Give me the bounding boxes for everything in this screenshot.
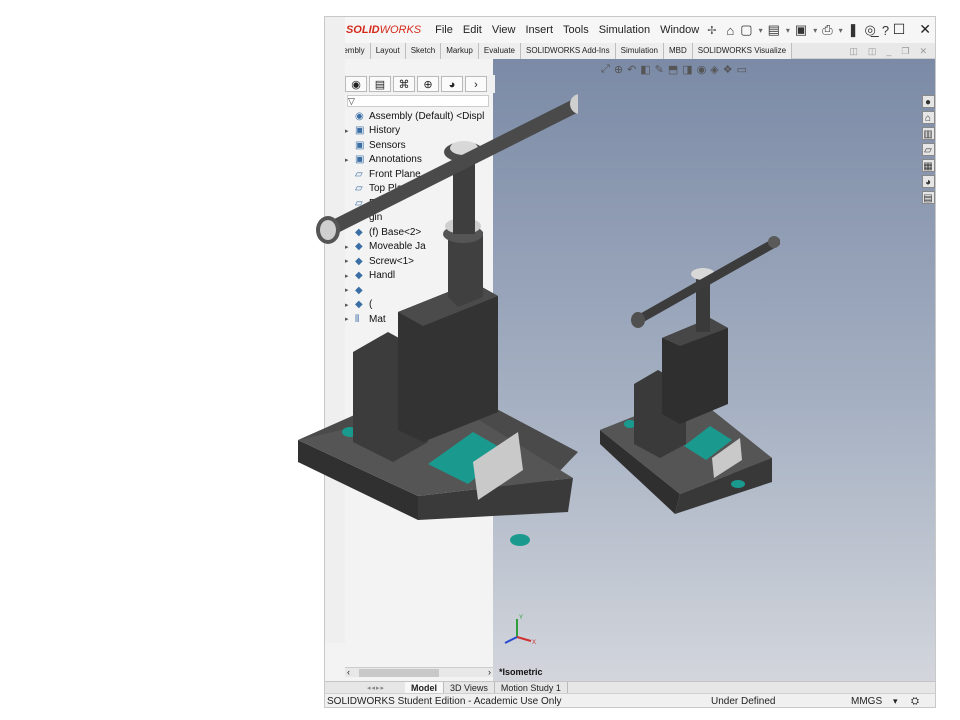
more-tabs-chevron-icon[interactable]: › — [465, 76, 487, 92]
menu-window[interactable]: Window — [660, 24, 699, 36]
display-style-icon[interactable]: ◨ — [682, 63, 692, 76]
minimize-icon[interactable]: _ — [871, 21, 879, 38]
view-settings-icon[interactable]: ▭ — [737, 63, 747, 76]
menu-tools[interactable]: Tools — [563, 24, 589, 36]
status-bar: SOLIDWORKS Student Edition - Academic Us… — [325, 693, 935, 707]
custom-properties-icon[interactable]: ▤ — [921, 191, 935, 204]
scroll-thumb[interactable] — [359, 669, 439, 677]
chevron-down-icon[interactable]: ▾ — [786, 26, 790, 35]
definition-status: Under Defined — [711, 696, 776, 707]
previous-view-icon[interactable]: ↶ — [627, 63, 636, 76]
tab-sketch[interactable]: Sketch — [405, 42, 442, 59]
menu-bar: File Edit View Insert Tools Simulation W… — [435, 24, 709, 36]
command-manager-tabs: Assembly Layout Sketch Markup Evaluate S… — [325, 42, 935, 59]
zoom-to-fit-icon[interactable]: ⤢ — [601, 63, 610, 76]
file-explorer-icon[interactable]: ▱ — [921, 143, 935, 156]
chevron-down-icon[interactable]: ▾ — [813, 26, 817, 35]
doc-minimize-icon[interactable]: _ — [886, 46, 891, 57]
tab-simulation[interactable]: Simulation — [615, 42, 664, 59]
tab-scroll-arrows[interactable]: ◂◂▸▸ — [325, 684, 405, 692]
tab-layout[interactable]: Layout — [370, 42, 406, 59]
tab-solidworks-addins[interactable]: SOLIDWORKS Add-Ins — [521, 42, 616, 59]
chevron-down-icon[interactable]: ▾ — [839, 26, 843, 35]
logo-brand-bold: SOLID — [345, 24, 380, 36]
tab-markup[interactable]: Markup — [441, 42, 479, 59]
svg-text:X: X — [532, 640, 536, 646]
home-icon[interactable]: ⌂ — [726, 23, 734, 38]
manager-tabs: ◉ ▤ ⌘ ⊕ ◕ › — [345, 75, 495, 93]
title-bar: ᴅѕ SOLID WORKS File Edit View Insert Too… — [325, 17, 935, 43]
large-vise-model — [298, 94, 578, 546]
tile-icon[interactable]: ◫ — [849, 46, 858, 57]
tab-evaluate[interactable]: Evaluate — [478, 42, 522, 59]
view-palette-icon[interactable]: ▦ — [921, 159, 935, 172]
home-icon[interactable]: ⌂ — [921, 111, 935, 124]
bottom-tab-bar: ◂◂▸▸ Model 3D Views Motion Study 1 — [325, 681, 935, 694]
close-icon[interactable]: ✕ — [919, 21, 931, 38]
chevron-down-icon[interactable]: ▾ — [759, 26, 763, 35]
task-pane-tabs: ● ⌂ ▥ ▱ ▦ ◕ ▤ — [921, 95, 935, 207]
menu-edit[interactable]: Edit — [463, 24, 482, 36]
feature-manager-tab-icon[interactable]: ◉ — [345, 76, 367, 92]
tab-3d-views[interactable]: 3D Views — [444, 681, 495, 694]
save-icon[interactable]: ▣ — [795, 22, 807, 38]
dynamic-annotation-icon[interactable]: ✎ — [655, 63, 664, 76]
window-controls: _ ☐ ✕ — [857, 21, 931, 38]
appearance-icon[interactable]: ◈ — [710, 63, 718, 76]
tab-solidworks-visualize[interactable]: SOLIDWORKS Visualize — [692, 42, 793, 59]
hide-show-icon[interactable]: ◉ — [697, 63, 707, 76]
units-selector[interactable]: MMGS — [851, 696, 882, 707]
section-view-icon[interactable]: ◧ — [640, 63, 650, 76]
design-library-icon[interactable]: ▥ — [921, 127, 935, 140]
menu-view[interactable]: View — [492, 24, 516, 36]
view-orientation-icon[interactable]: ⬒ — [668, 63, 678, 76]
small-vise-model — [600, 236, 780, 514]
svg-text:Y: Y — [519, 615, 523, 621]
view-orientation-label: *Isometric — [499, 667, 543, 677]
units-chevron-icon[interactable]: ▾ — [893, 696, 898, 707]
tab-motion-study[interactable]: Motion Study 1 — [495, 681, 568, 694]
reference-triad: Y X — [504, 615, 536, 646]
doc-close-icon[interactable]: ✕ — [919, 46, 927, 57]
tree-horizontal-scrollbar[interactable]: ‹ › — [345, 667, 493, 677]
property-manager-tab-icon[interactable]: ▤ — [369, 76, 391, 92]
menu-simulation[interactable]: Simulation — [599, 24, 650, 36]
new-document-icon[interactable]: ▢ — [740, 22, 752, 38]
document-window-controls: ◫ ◫ _ ❐ ✕ — [839, 46, 927, 57]
pin-icon[interactable]: ✢ — [707, 24, 716, 37]
heads-up-view-toolbar: ⤢ ⊕ ↶ ◧ ✎ ⬒ ◨ ◉ ◈ ❖ ▭ — [601, 63, 751, 76]
solidworks-resources-icon[interactable]: ● — [921, 95, 935, 108]
cascade-icon[interactable]: ◫ — [868, 46, 877, 57]
menu-insert[interactable]: Insert — [526, 24, 554, 36]
edition-status: SOLIDWORKS Student Edition - Academic Us… — [327, 696, 562, 707]
scene-icon[interactable]: ❖ — [723, 63, 733, 76]
dimxpert-tab-icon[interactable]: ⊕ — [417, 76, 439, 92]
zoom-area-icon[interactable]: ⊕ — [614, 63, 623, 76]
configuration-manager-tab-icon[interactable]: ⌘ — [393, 76, 415, 92]
tab-mbd[interactable]: MBD — [663, 42, 693, 59]
scroll-left-icon[interactable]: ‹ — [347, 667, 350, 677]
tab-model[interactable]: Model — [405, 681, 444, 694]
doc-restore-icon[interactable]: ❐ — [901, 46, 909, 57]
scroll-right-icon[interactable]: › — [488, 667, 491, 677]
logo-brand-regular: WORKS — [379, 24, 422, 36]
maximize-icon[interactable]: ☐ — [893, 21, 906, 38]
rebuild-status-icon[interactable]: ⛭ — [911, 696, 919, 707]
display-manager-tab-icon[interactable]: ◕ — [441, 76, 463, 92]
print-icon[interactable]: ⎙ — [822, 22, 832, 38]
appearances-icon[interactable]: ◕ — [921, 175, 935, 188]
open-document-icon[interactable]: ▤ — [768, 22, 780, 38]
menu-file[interactable]: File — [435, 24, 453, 36]
